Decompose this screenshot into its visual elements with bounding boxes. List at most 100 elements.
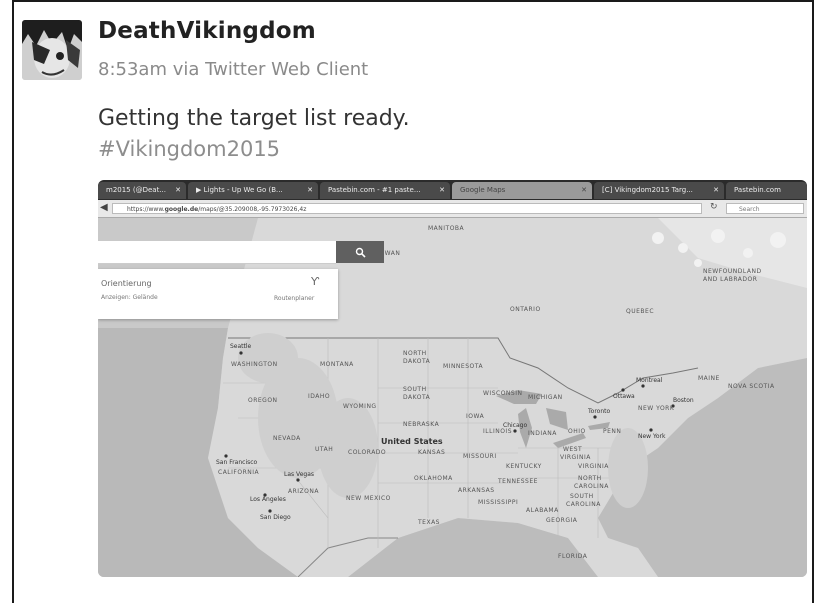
map-label-region: NOVA SCOTIA [728,383,775,390]
svg-text:Toronto: Toronto [587,408,610,415]
svg-text:San Francisco: San Francisco [216,459,258,466]
directions-title: Orientierung [101,279,152,288]
url-prefix: https://www. [127,206,165,213]
map-label-region: NEW MEXICO [346,495,391,502]
search-placeholder: Search [739,206,760,213]
map-label-region: COLORADO [348,449,386,456]
map-label-region: MISSOURI [463,453,497,460]
map-label-region: VIRGINIA [578,463,609,470]
close-icon: ✕ [713,186,719,194]
map-label-region: ONTARIO [510,306,541,313]
browser-search-box: Search [726,203,804,214]
maps-search-button [336,241,384,263]
map-label-region: DAKOTA [403,394,431,401]
map-label-region: NEVADA [273,435,301,442]
map-label-region: DAKOTA [403,358,431,365]
tweet-meta: 8:53am via Twitter Web Client [98,59,369,80]
tab-label: Google Maps [460,186,506,194]
svg-text:Las Vegas: Las Vegas [284,471,314,478]
map-label-region: INDIANA [528,430,557,437]
map-label-region: IOWA [466,413,485,420]
attached-screenshot[interactable]: m2015 (@Deat... ✕ ▶ Lights - Up We Go (B.… [98,180,807,577]
map-label-region: CALIFORNIA [218,469,260,476]
map-label-region: TEXAS [417,519,440,526]
route-planner-icon: Ƴ [311,275,320,288]
hashtag-link[interactable]: #Vikingdom2015 [98,137,280,161]
user-avatar[interactable] [22,20,82,80]
map-label-region: QUEBEC [626,308,654,315]
back-arrow-icon: ◀ [100,202,108,213]
map-label-region: ARKANSAS [458,487,495,494]
map-label-region: MISSISSIPPI [478,499,518,506]
map-label-region: SOUTH [570,493,594,500]
map-label-region: ARIZONA [288,488,319,495]
tab-label: Pastebin.com - #1 paste... [328,186,421,194]
map-label-region: MAINE [698,375,720,382]
svg-text:New York: New York [638,433,666,440]
map-label-region: ILLINOIS [483,428,512,435]
map-label-region: OREGON [248,397,278,404]
map-label-region: GEORGIA [546,517,578,524]
map-label-region: IDAHO [308,393,330,400]
url-path: /maps/@35.209008,-95.7973026,4z [198,206,307,213]
map-label-region: NEBRASKA [403,421,440,428]
url-domain: google.de [164,206,199,213]
tab-label: [C] Vikingdom2015 Targ... [602,186,693,194]
search-icon [355,247,366,258]
tab-label: Pastebin.com [734,186,781,194]
svg-text:Boston: Boston [673,397,694,404]
maps-directions-panel: Orientierung Anzeigen: Gelände Ƴ Routenp… [98,269,338,319]
browser-tab-active: Google Maps ✕ [452,182,592,199]
svg-text:Montreal: Montreal [636,377,663,384]
browser-tab: m2015 (@Deat... ✕ [98,182,186,199]
browser-tab: ▶ Lights - Up We Go (B... ✕ [188,182,318,199]
map-label-region: TENNESSEE [497,478,538,485]
svg-text:Los Angeles: Los Angeles [250,496,286,503]
map-label-region: NEW YORK [638,405,675,412]
url-field: https://www.google.de/maps/@35.209008,-9… [112,203,702,214]
tab-label: ▶ Lights - Up We Go (B... [196,186,283,194]
reload-icon: ↻ [710,202,718,212]
map-label-region: PENN [603,428,621,435]
map-label-region: MONTANA [320,361,354,368]
map-label-region: SOUTH [403,386,427,393]
directions-subtitle: Anzeigen: Gelände [101,294,158,301]
map-label-region: NORTH [578,475,602,482]
map-label-country: United States [381,437,443,446]
browser-address-bar: ◀ https://www.google.de/maps/@35.209008,… [98,200,807,218]
map-label-region: WASHINGTON [231,361,278,368]
svg-text:Ottawa: Ottawa [613,393,635,400]
map-label-region: KANSAS [418,449,445,456]
browser-tab-bar: m2015 (@Deat... ✕ ▶ Lights - Up We Go (B.… [98,180,807,200]
map-label-region: FLORIDA [558,553,588,560]
map-label-region: WISCONSIN [483,390,522,397]
map-label-region: UTAH [315,446,333,453]
tweet-text: Getting the target list ready. [98,106,410,131]
map-label-region: CAROLINA [574,483,609,490]
map-label-region: WYOMING [343,403,377,410]
maps-search-input [98,241,336,264]
svg-text:Chicago: Chicago [503,422,527,429]
browser-tab: Pastebin.com - #1 paste... ✕ [320,182,450,199]
map-label-region: VIRGINIA [560,454,591,461]
map-label-region: OKLAHOMA [414,475,453,482]
display-name[interactable]: DeathVikingdom [98,18,316,44]
route-planner-label: Routenplaner [274,295,315,302]
browser-tab: [C] Vikingdom2015 Targ... ✕ [594,182,724,199]
close-icon: ✕ [307,186,313,194]
tab-label: m2015 (@Deat... [106,186,166,194]
map-label-region: NEWFOUNDLAND [703,268,762,275]
map-label-region: KENTUCKY [506,463,542,470]
map-label-region: NORTH [403,350,427,357]
close-icon: ✕ [439,186,445,194]
map-label-region: WEST [563,446,582,453]
map-label-region: CAROLINA [566,501,601,508]
map-label-region: ALABAMA [526,507,559,514]
map-label-region: MINNESOTA [443,363,483,370]
avatar-image [22,20,82,80]
map-label-region: AND LABRADOR [703,276,757,283]
svg-text:Seattle: Seattle [230,343,252,350]
map-label-region: OHIO [568,428,586,435]
map-label-region: MANITOBA [428,225,465,232]
browser-tab: Pastebin.com [726,182,807,199]
